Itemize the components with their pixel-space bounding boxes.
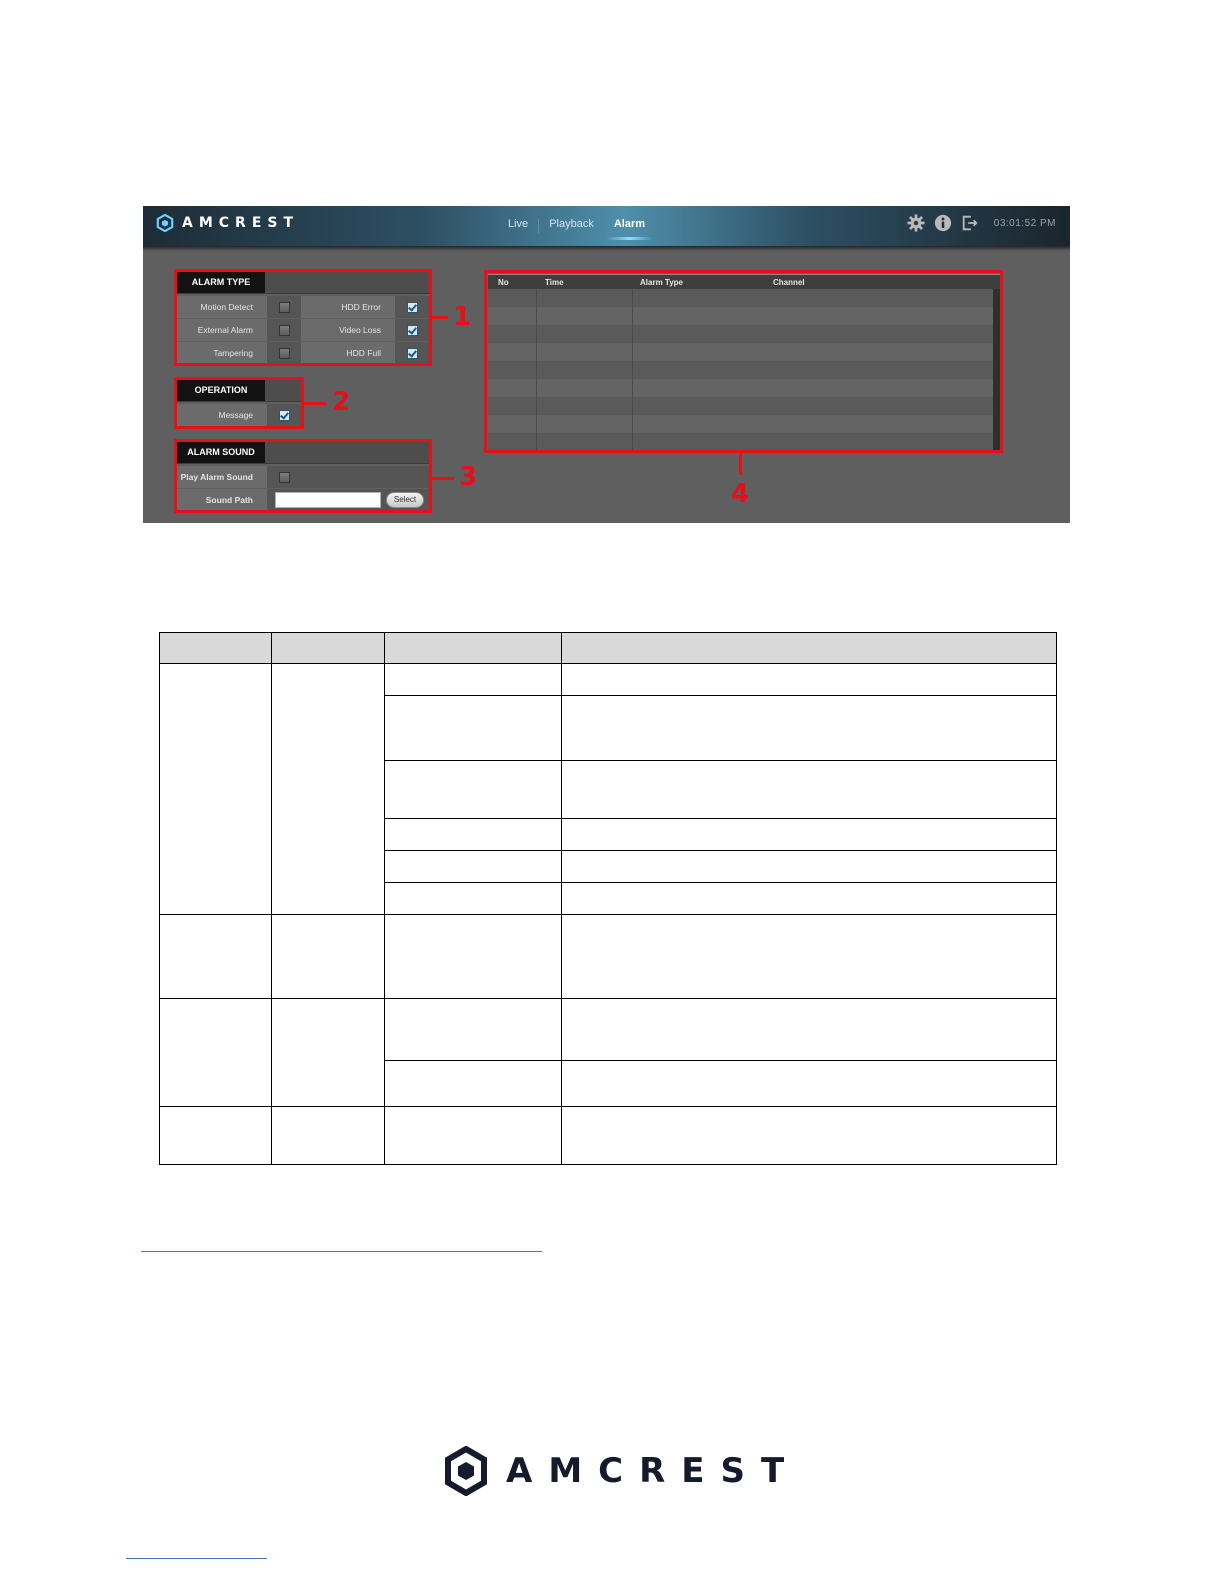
table-cell — [384, 849, 562, 883]
logout-icon[interactable] — [961, 214, 979, 232]
table-header-cell — [561, 631, 1057, 665]
table-header-cell — [384, 631, 562, 665]
info-icon[interactable] — [934, 214, 952, 232]
topbar-shadow — [143, 246, 1070, 251]
clock-readout: 03:01:52 PM — [993, 217, 1056, 229]
callout-box-4 — [484, 270, 1003, 453]
alarm-screenshot: AMCREST Live Playback Alarm 03:01:52 PM … — [143, 206, 1070, 523]
callout-line-4 — [739, 453, 742, 475]
callout-box-3 — [174, 439, 432, 513]
callout-line-2 — [304, 402, 326, 405]
table-header-row — [159, 631, 1057, 665]
table-cell — [561, 663, 1057, 697]
table-cell — [561, 760, 1057, 819]
table-cell — [271, 663, 385, 915]
table-cell — [271, 1105, 385, 1166]
top-bar: AMCREST Live Playback Alarm 03:01:52 PM — [143, 206, 1070, 247]
hexagon-logo-icon — [156, 214, 174, 232]
description-table — [159, 631, 1057, 1166]
table-cell — [561, 1059, 1057, 1107]
hexagon-logo-icon — [445, 1446, 487, 1496]
table-cell — [271, 913, 385, 1000]
page-rule — [126, 1558, 267, 1559]
toolbar-icons: 03:01:52 PM — [907, 214, 1056, 232]
footer-brand-name: AMCREST — [506, 1451, 801, 1491]
table-row — [159, 1105, 1057, 1166]
table-cell — [384, 695, 562, 762]
callout-line-1 — [432, 316, 448, 319]
table-cell — [561, 849, 1057, 883]
callout-number-2: 2 — [332, 387, 351, 417]
nav-live[interactable]: Live — [498, 206, 538, 246]
table-cell — [384, 1059, 562, 1107]
table-cell — [561, 817, 1057, 851]
table-cell — [384, 913, 562, 1000]
table-header-cell — [159, 631, 272, 665]
callout-number-3: 3 — [459, 462, 478, 492]
table-row — [159, 998, 1057, 1107]
callout-box-1 — [174, 269, 432, 366]
table-cell — [561, 913, 1057, 1000]
table-cell — [384, 760, 562, 819]
table-header-cell — [271, 631, 385, 665]
table-cell — [384, 817, 562, 851]
app-logo[interactable]: AMCREST — [156, 214, 299, 232]
gear-icon[interactable] — [907, 214, 925, 232]
footnote-rule — [141, 1251, 542, 1252]
callout-number-4: 4 — [731, 479, 750, 509]
nav-playback[interactable]: Playback — [539, 206, 604, 246]
table-cell — [159, 663, 272, 915]
table-cell — [384, 663, 562, 697]
table-cell — [384, 1105, 562, 1166]
table-cell — [159, 1105, 272, 1166]
callout-number-1: 1 — [453, 302, 472, 332]
table-cell — [159, 913, 272, 1000]
table-cell — [159, 998, 272, 1107]
table-cell — [384, 998, 562, 1061]
table-row — [159, 913, 1057, 1000]
table-cell — [271, 998, 385, 1107]
callout-box-2 — [174, 377, 304, 429]
main-nav: Live Playback Alarm — [498, 206, 655, 246]
callout-line-3 — [432, 477, 454, 480]
table-cell — [561, 881, 1057, 915]
table-cell — [561, 998, 1057, 1061]
footer-logo: AMCREST — [444, 1446, 800, 1496]
table-cell — [561, 695, 1057, 762]
table-cell — [384, 881, 562, 915]
brand-name: AMCREST — [182, 215, 300, 231]
table-cell — [561, 1105, 1057, 1166]
table-row — [159, 663, 1057, 915]
nav-alarm[interactable]: Alarm — [604, 206, 655, 246]
